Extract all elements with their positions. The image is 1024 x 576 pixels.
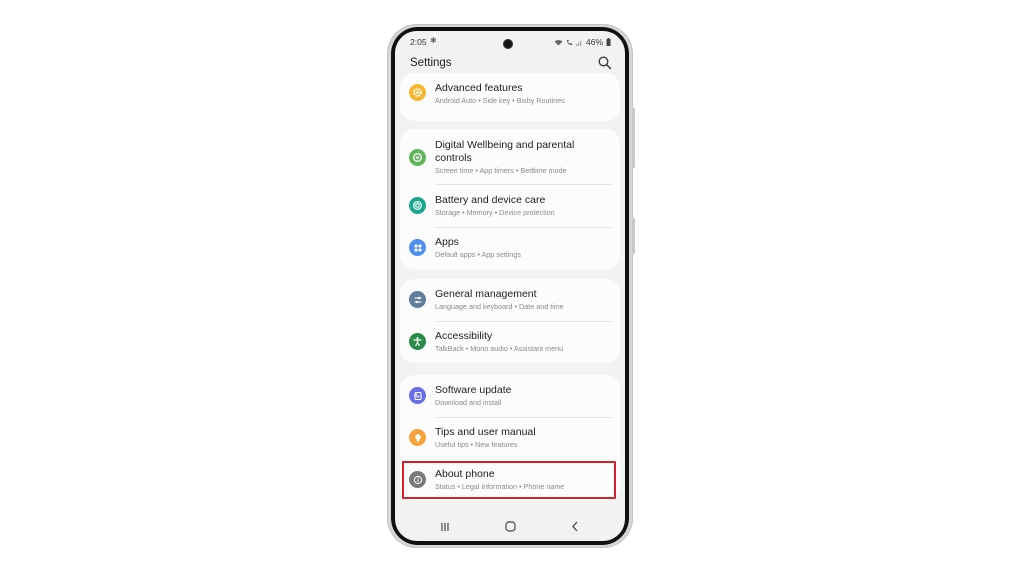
- settings-item-battery-device-care[interactable]: Battery and device care Storage • Memory…: [400, 185, 620, 227]
- phone-screen: 2:05 ✱ 46% Settings Advanced features An…: [395, 31, 625, 541]
- recents-icon[interactable]: [440, 521, 450, 535]
- item-sub: Download and install: [435, 398, 502, 407]
- item-label: Digital Wellbeing and parental controls: [435, 139, 575, 164]
- item-label: Accessibility: [435, 330, 493, 342]
- about-phone-highlight-box: [402, 461, 616, 499]
- item-sub: TalkBack • Mono audio • Assistant menu: [435, 344, 564, 353]
- software-update-icon: [409, 387, 426, 404]
- home-icon[interactable]: [505, 521, 516, 535]
- signal-icon: [575, 40, 582, 46]
- item-label: Apps: [435, 236, 459, 248]
- item-sub: Useful tips • New features: [435, 440, 518, 449]
- settings-card-general: General management Language and keyboard…: [400, 279, 620, 363]
- wellbeing-icon: [409, 149, 426, 166]
- settings-item-software-update[interactable]: Software update Download and install: [400, 375, 620, 417]
- nfc-icon: ✱: [430, 36, 437, 45]
- app-bar: Settings: [410, 55, 613, 73]
- settings-card-wellbeing: Digital Wellbeing and parental controls …: [400, 129, 620, 269]
- item-label: Software update: [435, 384, 512, 396]
- gear-icon: [409, 84, 426, 101]
- settings-item-general-management[interactable]: General management Language and keyboard…: [400, 279, 620, 321]
- call-icon: [566, 39, 572, 45]
- back-icon[interactable]: [571, 521, 579, 535]
- item-label: Tips and user manual: [435, 426, 536, 438]
- settings-card-advanced: Advanced features Android Auto • Side ke…: [400, 73, 620, 121]
- item-label: Advanced features: [435, 82, 523, 94]
- device-care-icon: [409, 197, 426, 214]
- item-sub: Android Auto • Side key • Bixby Routines: [435, 96, 565, 105]
- item-sub: Screen time • App timers • Bedtime mode: [435, 166, 567, 175]
- settings-item-accessibility[interactable]: Accessibility TalkBack • Mono audio • As…: [400, 321, 620, 363]
- front-camera: [503, 39, 513, 49]
- item-label: Battery and device care: [435, 194, 546, 206]
- item-sub: Default apps • App settings: [435, 250, 522, 259]
- page-title: Settings: [410, 57, 452, 69]
- volume-button: [632, 108, 635, 168]
- settings-item-advanced-features[interactable]: Advanced features Android Auto • Side ke…: [400, 73, 620, 115]
- battery-percent: 46%: [585, 37, 603, 47]
- apps-grid-icon: [409, 239, 426, 256]
- status-time: 2:05: [410, 37, 427, 47]
- accessibility-icon: [409, 333, 426, 350]
- settings-item-tips-user-manual[interactable]: Tips and user manual Useful tips • New f…: [400, 417, 620, 459]
- navigation-bar: [395, 513, 625, 541]
- settings-item-apps[interactable]: Apps Default apps • App settings: [400, 227, 620, 269]
- status-icons: 46%: [554, 37, 611, 47]
- wifi-icon: [554, 39, 563, 45]
- battery-icon: [606, 38, 611, 46]
- lightbulb-icon: [409, 429, 426, 446]
- search-icon[interactable]: [597, 55, 613, 71]
- sliders-icon: [409, 291, 426, 308]
- item-sub: Storage • Memory • Device protection: [435, 208, 555, 217]
- settings-item-digital-wellbeing[interactable]: Digital Wellbeing and parental controls …: [400, 129, 620, 185]
- item-label: General management: [435, 288, 537, 300]
- item-sub: Language and keyboard • Date and time: [435, 302, 564, 311]
- phone-frame: 2:05 ✱ 46% Settings Advanced features An…: [387, 24, 635, 548]
- power-button: [632, 218, 635, 254]
